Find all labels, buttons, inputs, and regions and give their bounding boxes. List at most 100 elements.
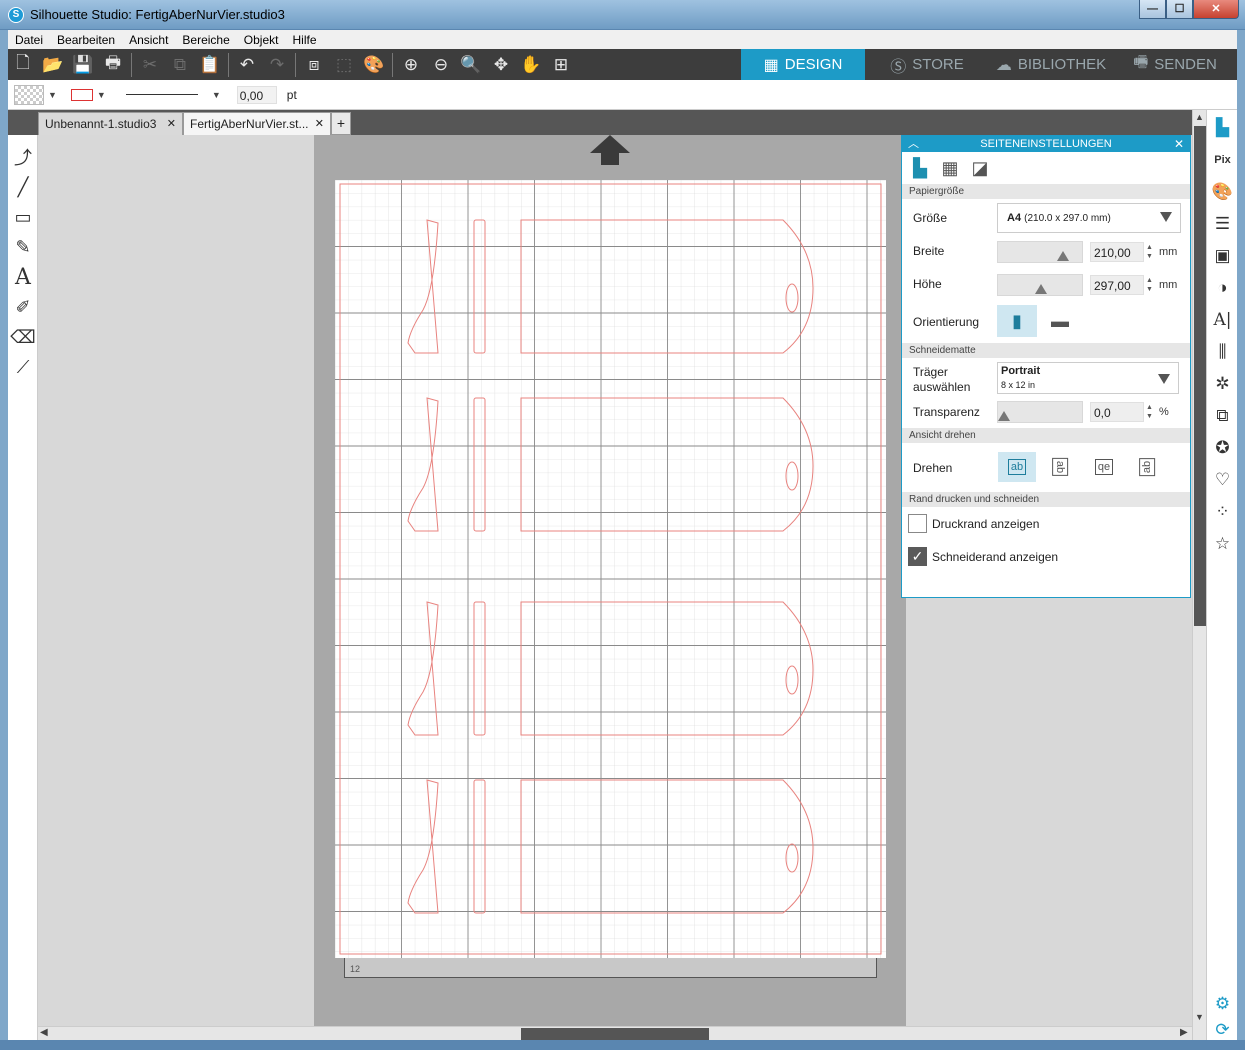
scroll-left-icon[interactable]: ◀ — [40, 1027, 48, 1038]
portrait-orientation-icon[interactable]: ▮ — [997, 305, 1037, 337]
line-tool-icon[interactable]: ╱ — [8, 172, 38, 202]
menu-datei[interactable]: Datei — [8, 33, 50, 47]
text-tool-icon[interactable]: A — [8, 262, 38, 292]
chevron-down-icon[interactable]: ▼ — [212, 90, 221, 100]
save-icon[interactable]: 💾 — [68, 49, 98, 80]
vertical-scroll-thumb[interactable] — [1194, 126, 1206, 626]
fill-tool-icon[interactable]: ✐ — [8, 292, 38, 322]
landscape-orientation-icon[interactable]: ▬ — [1040, 305, 1080, 337]
offset-heart-icon[interactable]: ♡ — [1207, 464, 1238, 495]
transparency-spinner-icon[interactable]: ▲ ▼ — [1146, 403, 1153, 421]
height-slider[interactable] — [997, 274, 1083, 296]
rotate-180-button[interactable]: qe — [1085, 452, 1123, 482]
trace-dots-icon[interactable]: ⁘ — [1207, 496, 1238, 527]
menu-hilfe[interactable]: Hilfe — [285, 33, 323, 47]
pixscan-icon[interactable]: Pix — [1207, 144, 1238, 175]
line-style-preview[interactable] — [125, 94, 198, 95]
horizontal-scroll-thumb[interactable] — [521, 1028, 709, 1040]
chevron-down-icon[interactable]: ▼ — [97, 90, 106, 100]
print-border-checkbox[interactable]: ✓ — [908, 514, 927, 533]
close-window-button[interactable]: ✕ — [1193, 0, 1239, 19]
library-star-icon[interactable]: ☆ — [1207, 528, 1238, 559]
copy-icon[interactable]: ⧉ — [165, 49, 195, 80]
collapse-panel-icon[interactable]: ︿ — [908, 136, 919, 152]
gradient-icon[interactable]: ◑ — [1207, 272, 1238, 303]
zoom-out-icon[interactable]: ⊖ — [426, 49, 456, 80]
menu-ansicht[interactable]: Ansicht — [122, 33, 175, 47]
page-setup-tab-icon[interactable]: ▙ — [908, 156, 932, 180]
nav-tab-senden[interactable]: 🖷 SENDEN — [1113, 49, 1237, 80]
nav-tab-store[interactable]: Ⓢ STORE — [865, 49, 989, 80]
undo-icon[interactable]: ↶ — [232, 49, 262, 80]
fill-color-swatch[interactable] — [14, 84, 44, 105]
close-tab-icon[interactable]: ✕ — [167, 117, 176, 130]
rotate-0-button[interactable]: ab — [998, 452, 1036, 482]
width-input[interactable]: 210,00 — [1090, 242, 1144, 262]
add-tab-button[interactable]: + — [331, 112, 351, 135]
slider-knob[interactable] — [998, 411, 1010, 421]
group-icon[interactable]: ⧈ — [299, 49, 329, 80]
vertical-scrollbar[interactable]: ▲ ▼ — [1192, 110, 1206, 1040]
move-arrows-icon[interactable]: ✥ — [486, 49, 516, 80]
menu-objekt[interactable]: Objekt — [237, 33, 286, 47]
page-settings-icon[interactable]: ▙ — [1207, 112, 1238, 143]
rotate-270-button[interactable]: ab — [1128, 452, 1166, 482]
height-input[interactable]: 297,00 — [1090, 275, 1144, 295]
nav-tab-design[interactable]: ▦ DESIGN — [741, 49, 865, 80]
height-spinner-icon[interactable]: ▲ ▼ — [1146, 276, 1153, 294]
scroll-up-icon[interactable]: ▲ — [1195, 112, 1204, 122]
cut-border-checkbox[interactable]: ✓ — [908, 547, 927, 566]
scroll-down-icon[interactable]: ▼ — [1195, 1012, 1204, 1022]
point-edit-icon[interactable]: ⤴ — [8, 142, 38, 172]
redo-icon[interactable]: ↷ — [262, 49, 292, 80]
color-palette-icon[interactable]: 🎨 — [359, 49, 389, 80]
rotate-90-button[interactable]: ab — [1041, 452, 1079, 482]
fill-palette-icon[interactable]: 🎨 — [1207, 176, 1238, 207]
zoom-in-icon[interactable]: ⊕ — [396, 49, 426, 80]
line-style-icon[interactable]: ☰ — [1207, 208, 1238, 239]
close-tab-icon[interactable]: ✕ — [315, 117, 324, 130]
text-style-icon[interactable]: A| — [1207, 304, 1238, 335]
align-icon[interactable]: ⫼ — [1207, 336, 1238, 367]
maximize-button[interactable]: ☐ — [1166, 0, 1193, 19]
pan-hand-icon[interactable]: ✋ — [516, 49, 546, 80]
slider-knob[interactable] — [1035, 284, 1048, 294]
close-panel-icon[interactable]: ✕ — [1174, 136, 1184, 152]
doc-tab-unbenannt[interactable]: Unbenannt-1.studio3 ✕ — [38, 112, 183, 135]
replicate-icon[interactable]: ⧉ — [1207, 400, 1238, 431]
line-width-input[interactable]: 0,00 — [236, 85, 277, 104]
minimize-button[interactable]: — — [1139, 0, 1166, 19]
open-folder-icon[interactable]: 📂 — [38, 49, 68, 80]
width-spinner-icon[interactable]: ▲ ▼ — [1146, 243, 1153, 261]
chevron-down-icon[interactable]: ▼ — [48, 90, 57, 100]
fit-page-icon[interactable]: ⊞ — [546, 49, 576, 80]
line-color-swatch[interactable] — [70, 88, 93, 101]
knife-tool-icon[interactable]: ⟋ — [8, 352, 38, 382]
menu-bereiche[interactable]: Bereiche — [175, 33, 236, 47]
transparency-input[interactable]: 0,0 — [1090, 402, 1144, 422]
nav-tab-bibliothek[interactable]: ☁ BIBLIOTHEK — [989, 49, 1113, 80]
slider-knob[interactable] — [1057, 251, 1070, 261]
registration-tab-icon[interactable]: ◪ — [968, 156, 992, 180]
transparency-slider[interactable] — [997, 401, 1083, 423]
image-effects-icon[interactable]: ▣ — [1207, 240, 1238, 271]
zoom-fit-icon[interactable]: 🔍 — [456, 49, 486, 80]
doc-tab-fertigabernurvier[interactable]: FertigAberNurVier.st... ✕ — [183, 112, 331, 135]
paper-size-select[interactable]: A4 (210.0 x 297.0 mm) — [997, 203, 1181, 233]
pencil-tool-icon[interactable]: ✎ — [8, 232, 38, 262]
print-icon[interactable]: 🖶 — [98, 49, 128, 80]
width-slider[interactable] — [997, 241, 1083, 263]
paste-icon[interactable]: 📋 — [195, 49, 225, 80]
horizontal-scrollbar[interactable]: ◀ ▶ — [38, 1026, 1192, 1040]
eraser-tool-icon[interactable]: ⌫ — [8, 322, 38, 352]
transform-icon[interactable]: ✲ — [1207, 368, 1238, 399]
new-doc-icon[interactable]: 🗋 — [8, 49, 38, 80]
carrier-select[interactable]: Portrait 8 x 12 in — [997, 362, 1179, 394]
cut-icon[interactable]: ✂ — [135, 49, 165, 80]
rectangle-tool-icon[interactable]: ▭ — [8, 202, 38, 232]
grid-tab-icon[interactable]: ▦ — [938, 156, 962, 180]
page-canvas[interactable] — [335, 180, 886, 958]
modify-star-icon[interactable]: ✪ — [1207, 432, 1238, 463]
scroll-right-icon[interactable]: ▶ — [1180, 1027, 1188, 1038]
ungroup-icon[interactable]: ⬚ — [329, 49, 359, 80]
